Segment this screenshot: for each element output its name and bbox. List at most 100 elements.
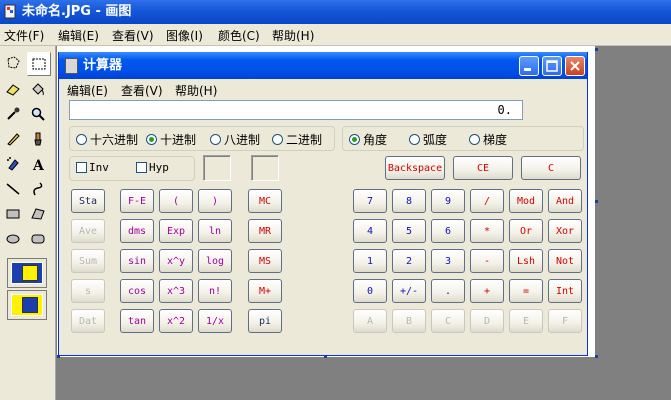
calc-menu-edit[interactable]: 编辑(E): [67, 82, 108, 99]
radio-bin[interactable]: 二进制: [272, 131, 322, 148]
hex-a-button[interactable]: A: [353, 309, 387, 333]
close-paren-button[interactable]: ): [198, 189, 232, 213]
fill-style-option-1[interactable]: [7, 258, 47, 288]
menu-file[interactable]: 文件(F): [4, 27, 44, 44]
cos-button[interactable]: cos: [120, 279, 154, 303]
menu-view[interactable]: 查看(V): [112, 27, 154, 44]
sta-button[interactable]: Sta: [71, 189, 105, 213]
calc-menu-view[interactable]: 查看(V): [121, 82, 163, 99]
key-6[interactable]: 6: [431, 219, 465, 243]
sum-button[interactable]: Sum: [71, 249, 105, 273]
lsh-button[interactable]: Lsh: [509, 249, 543, 273]
fill-icon[interactable]: [27, 78, 49, 100]
key-8[interactable]: 8: [392, 189, 426, 213]
line-icon[interactable]: [2, 178, 24, 200]
and-button[interactable]: And: [548, 189, 582, 213]
s-button[interactable]: s: [71, 279, 105, 303]
key-9[interactable]: 9: [431, 189, 465, 213]
menu-help[interactable]: 帮助(H): [272, 27, 314, 44]
radio-degrees[interactable]: 角度: [349, 131, 387, 148]
radio-dec[interactable]: 十进制: [146, 131, 196, 148]
menu-edit[interactable]: 编辑(E): [58, 27, 99, 44]
free-select-icon[interactable]: [2, 52, 24, 74]
mod-button[interactable]: Mod: [509, 189, 543, 213]
brush-icon[interactable]: [27, 128, 49, 150]
close-button[interactable]: [565, 56, 585, 76]
not-button[interactable]: Not: [548, 249, 582, 273]
canvas-resize-handle-right[interactable]: [595, 200, 598, 203]
negate-button[interactable]: +/-: [392, 279, 426, 303]
reciprocal-button[interactable]: 1/x: [198, 309, 232, 333]
equals-button[interactable]: =: [509, 279, 543, 303]
radio-radians[interactable]: 弧度: [409, 131, 447, 148]
radio-gradians[interactable]: 梯度: [469, 131, 507, 148]
fe-button[interactable]: F-E: [120, 189, 154, 213]
mr-button[interactable]: MR: [248, 219, 282, 243]
ce-button[interactable]: CE: [453, 156, 513, 180]
pencil-icon[interactable]: [2, 128, 24, 150]
m-plus-button[interactable]: M+: [248, 279, 282, 303]
pi-button[interactable]: pi: [248, 309, 282, 333]
eyedropper-icon[interactable]: [2, 103, 24, 125]
canvas-resize-handle-top-right[interactable]: [595, 48, 598, 51]
multiply-button[interactable]: *: [470, 219, 504, 243]
eraser-icon[interactable]: [2, 78, 24, 100]
add-button[interactable]: +: [470, 279, 504, 303]
menu-image[interactable]: 图像(I): [166, 27, 203, 44]
calc-menu-help[interactable]: 帮助(H): [175, 82, 217, 99]
ms-button[interactable]: MS: [248, 249, 282, 273]
exp-button[interactable]: Exp: [159, 219, 193, 243]
key-1[interactable]: 1: [353, 249, 387, 273]
backspace-button[interactable]: Backspace: [385, 156, 445, 180]
ln-button[interactable]: ln: [198, 219, 232, 243]
tan-button[interactable]: tan: [120, 309, 154, 333]
key-2[interactable]: 2: [392, 249, 426, 273]
hyp-checkbox[interactable]: Hyp: [136, 161, 169, 174]
dat-button[interactable]: Dat: [71, 309, 105, 333]
polygon-icon[interactable]: [27, 203, 49, 225]
radio-hex[interactable]: 十六进制: [76, 131, 138, 148]
calculator-title-bar[interactable]: 计算器: [59, 52, 587, 79]
sin-button[interactable]: sin: [120, 249, 154, 273]
ave-button[interactable]: Ave: [71, 219, 105, 243]
paint-title-bar[interactable]: 未命名.JPG - 画图: [0, 0, 671, 24]
hex-f-button[interactable]: F: [548, 309, 582, 333]
x-squared-button[interactable]: x^2: [159, 309, 193, 333]
dms-button[interactable]: dms: [120, 219, 154, 243]
ellipse-icon[interactable]: [2, 228, 24, 250]
airbrush-icon[interactable]: [2, 153, 24, 175]
canvas-resize-handle-corner[interactable]: [595, 355, 598, 358]
hex-c-button[interactable]: C: [431, 309, 465, 333]
or-button[interactable]: Or: [509, 219, 543, 243]
c-button[interactable]: C: [521, 156, 581, 180]
hex-e-button[interactable]: E: [509, 309, 543, 333]
hex-b-button[interactable]: B: [392, 309, 426, 333]
key-0[interactable]: 0: [353, 279, 387, 303]
key-7[interactable]: 7: [353, 189, 387, 213]
rectangle-icon[interactable]: [2, 203, 24, 225]
subtract-button[interactable]: -: [470, 249, 504, 273]
maximize-button[interactable]: [542, 56, 562, 76]
x-cubed-button[interactable]: x^3: [159, 279, 193, 303]
inv-checkbox[interactable]: Inv: [76, 161, 109, 174]
rounded-rect-icon[interactable]: [27, 228, 49, 250]
divide-button[interactable]: /: [470, 189, 504, 213]
fill-style-option-2[interactable]: [7, 290, 47, 320]
radio-oct[interactable]: 八进制: [210, 131, 260, 148]
key-5[interactable]: 5: [392, 219, 426, 243]
xor-button[interactable]: Xor: [548, 219, 582, 243]
magnifier-icon[interactable]: [27, 103, 49, 125]
key-3[interactable]: 3: [431, 249, 465, 273]
rect-select-icon[interactable]: [27, 52, 51, 76]
decimal-button[interactable]: .: [431, 279, 465, 303]
curve-icon[interactable]: [27, 178, 49, 200]
factorial-button[interactable]: n!: [198, 279, 232, 303]
key-4[interactable]: 4: [353, 219, 387, 243]
open-paren-button[interactable]: (: [159, 189, 193, 213]
minimize-button[interactable]: [519, 56, 539, 76]
text-icon[interactable]: A: [27, 153, 49, 175]
mc-button[interactable]: MC: [248, 189, 282, 213]
menu-colors[interactable]: 颜色(C): [218, 27, 260, 44]
int-button[interactable]: Int: [548, 279, 582, 303]
x-pow-y-button[interactable]: x^y: [159, 249, 193, 273]
